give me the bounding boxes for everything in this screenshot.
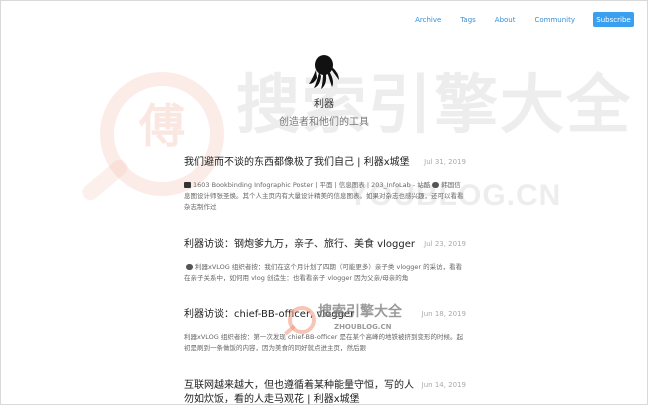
- post-title[interactable]: 互联网越来越大，但也遵循着某种能量守恒，写的人 勿如炊饭，看的人走马观花 | 利…: [184, 379, 416, 405]
- post-item: 利器访谈：钢炮爹九万，亲子、旅行、美食 vlogger Jul 23, 2019…: [184, 238, 466, 284]
- post-excerpt: 1603 Bookbinding Infographic Poster | 平面…: [184, 180, 466, 213]
- post-title[interactable]: 我们避而不谈的东西都像极了我们自己 | 利器x城堡: [184, 156, 416, 170]
- post-title-line-1: 互联网越来越大，但也遵循着某种能量守恒，写的人: [184, 380, 414, 391]
- post-title[interactable]: 利器访谈：钢炮爹九万，亲子、旅行、美食 vlogger: [184, 238, 416, 252]
- nav-link-archive[interactable]: Archive: [415, 13, 441, 27]
- post-item: 互联网越来越大，但也遵循着某种能量守恒，写的人 勿如炊饭，看的人走马观花 | 利…: [184, 379, 466, 405]
- top-nav: Archive Tags About Community Subscribe: [396, 12, 634, 27]
- nav-link-community[interactable]: Community: [534, 13, 575, 27]
- post-date: Jun 14, 2019: [421, 381, 466, 389]
- watermark-small-title: 搜索引擎大全: [318, 304, 402, 320]
- post-excerpt-text: 利器xVLOG 组织者按：我们在这个月计划了四期（可能更多）亲子类 vlogge…: [184, 263, 463, 282]
- post-date: Jul 31, 2019: [424, 158, 466, 166]
- watermark-small-logo: 搜索引擎大全 ZHOUBLOG.CN: [284, 302, 402, 338]
- post-title-line-2: 勿如炊饭，看的人走马观花 | 利器x城堡: [184, 394, 360, 405]
- octopus-logo-icon[interactable]: [308, 54, 340, 90]
- site-subtitle: 创造者和他们的工具: [279, 117, 369, 128]
- post-item: 我们避而不谈的东西都像极了我们自己 | 利器x城堡 Jul 31, 2019 1…: [184, 156, 466, 213]
- post-date: Jul 23, 2019: [424, 240, 466, 248]
- clapper-icon: [184, 182, 191, 188]
- post-excerpt: 利器xVLOG 组织者按：我们在这个月计划了四期（可能更多）亲子类 vlogge…: [184, 262, 466, 284]
- post-date: Jun 18, 2019: [421, 310, 466, 318]
- watermark-small-url: ZHOUBLOG.CN: [334, 323, 392, 331]
- nav-link-tags[interactable]: Tags: [460, 13, 476, 27]
- pen-icon: [186, 264, 193, 270]
- site-title: 利器: [314, 99, 334, 110]
- pen-icon: [432, 182, 440, 188]
- nav-link-about[interactable]: About: [495, 13, 516, 27]
- post-excerpt-part-a: 1603 Bookbinding Infographic Poster | 平面…: [193, 181, 431, 189]
- subscribe-button[interactable]: Subscribe: [593, 12, 634, 27]
